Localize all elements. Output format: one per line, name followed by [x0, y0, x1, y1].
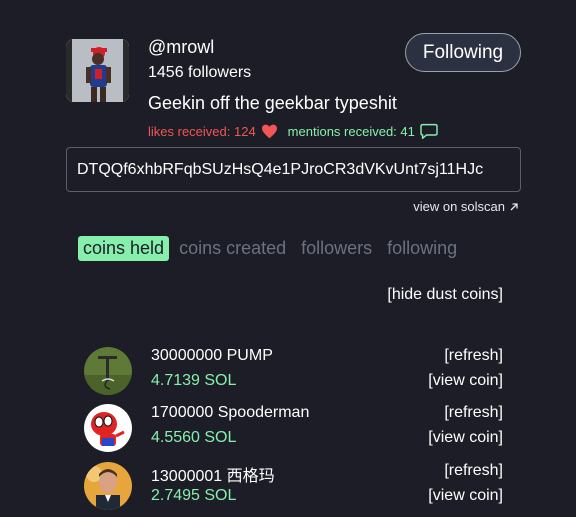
username: @mrowl [148, 37, 215, 57]
wallet-address[interactable]: DTQQf6xhbRFqbSUzHsQ4e1PJroCR3dVKvUnt7sj1… [66, 147, 521, 192]
view-coin-link[interactable]: [view coin] [428, 372, 503, 390]
external-arrow-icon [510, 202, 518, 210]
coin-icon-sigma[interactable] [84, 462, 132, 510]
hide-dust-coins-button[interactable]: [hide dust coins] [387, 286, 503, 304]
mentions-label: mentions received: 41 [287, 123, 415, 139]
coin-holding: 13000001 西格玛 [151, 468, 275, 485]
refresh-button[interactable]: [refresh] [444, 347, 503, 365]
refresh-button[interactable]: [refresh] [444, 404, 503, 422]
tab-coins-held[interactable]: coins held [78, 236, 170, 261]
mentions-received: mentions received: 41 [288, 123, 438, 139]
tab-following[interactable]: following [387, 238, 457, 259]
view-coin-link[interactable]: [view coin] [428, 429, 503, 447]
profile-page: @mrowl 1456 followers Geekin off the gee… [0, 0, 576, 517]
avatar [66, 39, 129, 102]
coin-icon-spooderman[interactable] [84, 404, 132, 452]
tab-followers[interactable]: followers [301, 238, 372, 259]
likes-label: likes received: 124 [148, 123, 256, 139]
coin-holding: 1700000 Spooderman [151, 404, 310, 421]
likes-received: likes received: 124 [148, 124, 278, 139]
profile-tabs: coins held coins created followers follo… [78, 236, 472, 261]
view-coin-link[interactable]: [view coin] [428, 487, 503, 505]
following-button[interactable]: Following [405, 33, 521, 72]
profile-stats: likes received: 124 mentions received: 4… [148, 123, 438, 139]
tab-coins-created[interactable]: coins created [179, 238, 286, 259]
coin-row: 1700000 Spooderman 4.5560 SOL [refresh] … [84, 404, 503, 456]
view-on-solscan-link[interactable]: view on solscan [413, 199, 519, 214]
coin-row: 30000000 PUMP 4.7139 SOL [refresh] [view… [84, 347, 503, 399]
coin-sol-value: 4.5560 SOL [151, 429, 237, 446]
refresh-button[interactable]: [refresh] [444, 462, 503, 480]
follower-count: 1456 followers [148, 64, 252, 81]
coin-icon-pump[interactable] [84, 347, 132, 395]
coin-holding: 30000000 PUMP [151, 347, 273, 364]
solscan-label: view on solscan [413, 199, 505, 214]
heart-icon [261, 124, 277, 138]
coin-sol-value: 2.7495 SOL [151, 487, 237, 504]
chat-bubble-icon [420, 123, 438, 139]
coin-row: 13000001 西格玛 2.7495 SOL [refresh] [view … [84, 462, 503, 514]
coin-sol-value: 4.7139 SOL [151, 372, 237, 389]
bio: Geekin off the geekbar typeshit [148, 93, 397, 113]
